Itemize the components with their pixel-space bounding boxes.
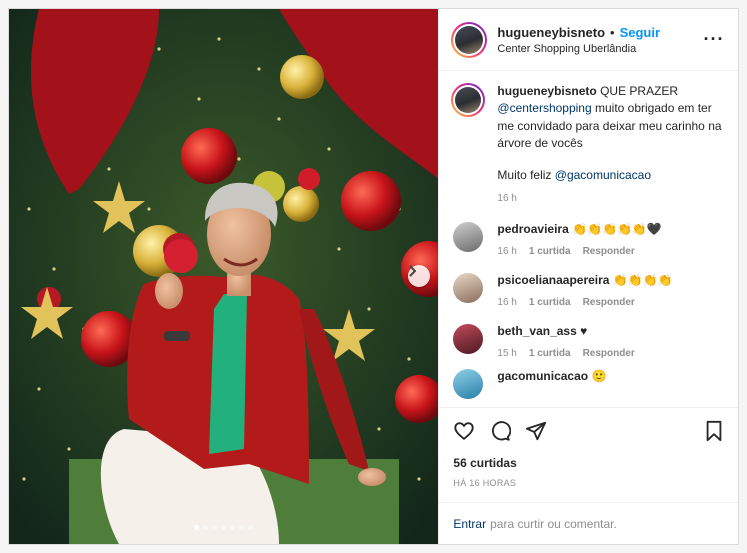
post-header: hugueneybisneto • Seguir Center Shopping…	[439, 9, 738, 71]
author-username[interactable]: hugueneybisneto	[497, 25, 605, 40]
comment-text: 👏👏👏👏	[612, 273, 673, 288]
login-link[interactable]: Entrar	[453, 517, 486, 531]
comment-likes[interactable]: 1 curtida	[529, 348, 571, 359]
carousel-dot	[239, 525, 245, 530]
commenter-avatar[interactable]	[453, 273, 484, 304]
commenter-avatar[interactable]	[453, 222, 484, 253]
caption-text-c: Muito feliz	[497, 167, 555, 182]
comment-time: 15 h	[497, 348, 517, 360]
commenter-avatar[interactable]	[453, 324, 484, 355]
comments-list[interactable]: hugueneybisneto QUE PRAZER @centershoppi…	[439, 71, 738, 407]
post-caption: hugueneybisneto QUE PRAZER @centershoppi…	[451, 83, 724, 206]
mention-link[interactable]: @gacomunicacao	[555, 168, 651, 182]
comment-text: ♥	[580, 324, 588, 339]
commenter-username[interactable]: psicoelianaapereira	[497, 273, 609, 287]
carousel-dot	[203, 525, 209, 530]
post-sidebar: hugueneybisneto • Seguir Center Shopping…	[438, 9, 738, 544]
post-card: hugueneybisneto • Seguir Center Shopping…	[8, 8, 739, 545]
comment-item: pedroavieira 👏👏👏👏👏🖤 16 h 1 curtida Respo…	[451, 222, 724, 257]
reply-button[interactable]: Responder	[583, 246, 635, 257]
reply-button[interactable]: Responder	[583, 348, 635, 359]
carousel-dots	[9, 525, 438, 530]
post-location[interactable]: Center Shopping Uberlândia	[497, 43, 702, 55]
heart-icon[interactable]	[453, 420, 475, 445]
caption-time: 16 h	[497, 192, 517, 204]
caption-text-a: QUE PRAZER	[596, 84, 679, 98]
comment-item: psicoelianaapereira 👏👏👏👏 16 h 1 curtida …	[451, 273, 724, 308]
follow-button[interactable]: Seguir	[620, 25, 660, 40]
carousel-dot	[194, 525, 200, 530]
comment-item: gacomunicacao 🙂	[451, 369, 724, 400]
carousel-dot	[221, 525, 227, 530]
comment-time: 16 h	[497, 246, 517, 258]
add-comment-bar: Entrar para curtir ou comentar.	[439, 502, 738, 544]
commenter-username[interactable]: pedroavieira	[497, 222, 568, 236]
reply-button[interactable]: Responder	[583, 297, 635, 308]
likes-count[interactable]: 56 curtidas	[453, 456, 724, 470]
add-comment-placeholder: para curtir ou comentar.	[490, 516, 617, 531]
carousel-dot	[212, 525, 218, 530]
comment-icon[interactable]	[489, 420, 512, 445]
comment-likes[interactable]: 1 curtida	[529, 246, 571, 257]
caption-avatar[interactable]	[451, 83, 486, 117]
mention-link[interactable]: @centershopping	[497, 101, 591, 115]
share-icon[interactable]	[525, 420, 547, 445]
author-avatar[interactable]	[451, 21, 488, 58]
comment-text: 🙂	[591, 369, 607, 384]
more-options-icon[interactable]: ···	[702, 29, 726, 50]
comment-item: beth_van_ass ♥ 15 h 1 curtida Responder	[451, 324, 724, 359]
bookmark-icon[interactable]	[704, 420, 724, 445]
comment-likes[interactable]: 1 curtida	[529, 297, 571, 308]
caption-author[interactable]: hugueneybisneto	[497, 84, 596, 98]
christmas-tree-photo	[9, 9, 439, 544]
carousel-dot	[230, 525, 236, 530]
post-actions: 56 curtidas HÁ 16 HORAS	[439, 407, 738, 488]
post-timestamp: HÁ 16 HORAS	[453, 478, 517, 488]
comment-text: 👏👏👏👏👏🖤	[572, 222, 662, 237]
carousel-dot	[248, 525, 254, 530]
comment-time: 16 h	[497, 297, 517, 309]
separator-dot: •	[610, 24, 615, 40]
commenter-username[interactable]: gacomunicacao	[497, 369, 588, 383]
commenter-avatar[interactable]	[453, 369, 484, 400]
commenter-username[interactable]: beth_van_ass	[497, 324, 576, 338]
post-photo[interactable]	[9, 9, 439, 544]
